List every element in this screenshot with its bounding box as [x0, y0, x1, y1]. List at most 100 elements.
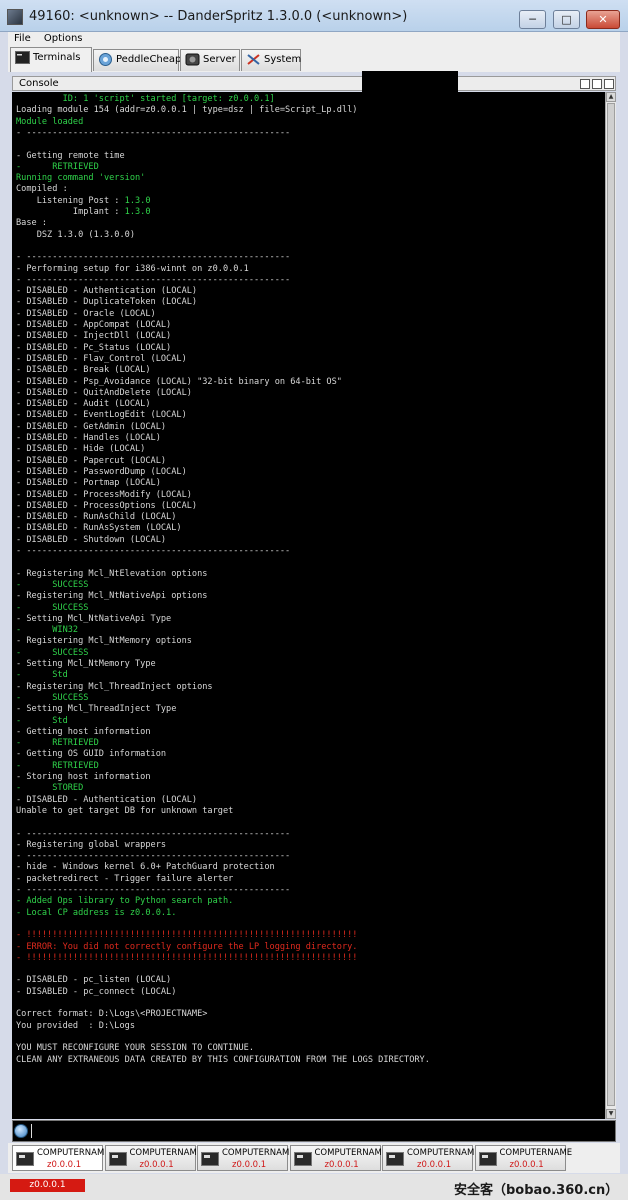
- console-line: - SUCCESS: [16, 602, 89, 613]
- console-header: Console: [12, 76, 616, 91]
- console-line: - SUCCESS: [16, 692, 89, 703]
- console-line: Implant : 1.3.0: [16, 207, 151, 217]
- console-line: - DISABLED - Pc_Status (LOCAL): [16, 342, 172, 353]
- console-line: - Registering Mcl_NtElevation options: [16, 568, 208, 579]
- console-line: - Registering Mcl_NtMemory options: [16, 636, 192, 647]
- console-line: - Registering Mcl_NtNativeApi options: [16, 591, 208, 602]
- terminal-icon: [16, 1152, 34, 1166]
- terminal-icon: [478, 1152, 497, 1166]
- console-line: - Std: [16, 715, 68, 726]
- console-line: - DISABLED - pc_listen (LOCAL): [16, 975, 172, 986]
- version-value: 1.3.0: [124, 195, 151, 206]
- session-address: z0.0.0.1: [232, 1160, 267, 1170]
- peddlecheap-icon: [99, 53, 112, 66]
- console-scrollbar[interactable]: ▲ ▼: [605, 92, 616, 1119]
- scroll-up-icon[interactable]: ▲: [606, 92, 616, 102]
- console-line: ID: 1 'script' started [target: z0.0.0.1…: [16, 94, 275, 104]
- console-line: - DISABLED - ProcessOptions (LOCAL): [16, 500, 198, 511]
- terminal-icon: [15, 51, 30, 64]
- console-close-icon[interactable]: [604, 79, 614, 89]
- session-name: COMPUTERNAME: [314, 1148, 388, 1158]
- console-line: - DISABLED - RunAsSystem (LOCAL): [16, 523, 182, 534]
- version-value: 1.3.0: [124, 207, 151, 217]
- console-line: - --------------------------------------…: [16, 274, 291, 285]
- session-address: z0.0.0.1: [139, 1160, 174, 1170]
- console-line: - Storing host information: [16, 772, 151, 782]
- text-caret: [31, 1124, 32, 1138]
- console-line: - Getting OS GUID information: [16, 749, 167, 760]
- console-line: - SUCCESS: [16, 579, 89, 590]
- console-line: - Setting Mcl_ThreadInject Type: [16, 704, 177, 715]
- window-title: 49160: <unknown> -- DanderSpritz 1.3.0.0…: [29, 9, 408, 24]
- server-icon: [185, 53, 200, 66]
- console-line: - DISABLED - Psp_Avoidance (LOCAL) "32-b…: [16, 376, 342, 387]
- console-minimize-icon[interactable]: [580, 79, 590, 89]
- console-line: - Getting remote time: [16, 150, 125, 161]
- menu-file[interactable]: File: [14, 33, 31, 44]
- session-tab[interactable]: COMPUTERNAME z0.0.0.1: [382, 1145, 480, 1171]
- console-line: - Setting Mcl_NtNativeApi Type: [16, 613, 172, 624]
- tab-label: Server: [203, 54, 236, 65]
- session-tab-bar: COMPUTERNAME z0.0.0.1 COMPUTERNAME z0.0.0.1…: [8, 1143, 620, 1173]
- session-tab[interactable]: COMPUTERNAME z0.0.0.1: [474, 1145, 572, 1171]
- console-output[interactable]: ID: 1 'script' started [target: z0.0.0.1…: [12, 92, 605, 1119]
- console-line: - DISABLED - Papercut (LOCAL): [16, 455, 167, 466]
- session-tab[interactable]: COMPUTERNAME z0.0.0.1: [104, 1145, 202, 1171]
- tab-system[interactable]: System: [241, 49, 301, 71]
- console-line: - Added Ops library to Python search pat…: [16, 896, 234, 907]
- console-line: - DISABLED - ProcessModify (LOCAL): [16, 489, 192, 500]
- title-bar: 49160: <unknown> -- DanderSpritz 1.3.0.0…: [0, 0, 628, 32]
- tab-terminals[interactable]: Terminals: [10, 47, 92, 72]
- menu-options[interactable]: Options: [44, 33, 83, 44]
- session-address: z0.0.0.1: [324, 1160, 359, 1170]
- console-line: - DISABLED - Oracle (LOCAL): [16, 308, 156, 319]
- minimize-button[interactable]: ─: [519, 10, 546, 29]
- tab-server[interactable]: Server: [180, 49, 240, 71]
- session-address: z0.0.0.1: [509, 1160, 544, 1170]
- console-line: DSZ 1.3.0 (1.3.0.0): [16, 229, 135, 240]
- console-line: - DISABLED - Handles (LOCAL): [16, 433, 161, 443]
- session-address: z0.0.0.1: [417, 1160, 452, 1170]
- console-line: - DISABLED - Break (LOCAL): [16, 365, 151, 376]
- tab-peddlecheap[interactable]: PeddleCheap: [93, 49, 182, 71]
- console-line: - !!!!!!!!!!!!!!!!!!!!!!!!!!!!!!!!!!!!!!…: [16, 930, 358, 941]
- console-line: Loading module 154 (addr=z0.0.0.1 | type…: [16, 105, 358, 116]
- console-line: - DISABLED - Shutdown (LOCAL): [16, 534, 167, 545]
- console-line: CLEAN ANY EXTRANEOUS DATA CREATED BY THI…: [16, 1054, 430, 1065]
- console-line: Module loaded: [16, 116, 84, 127]
- command-input[interactable]: [12, 1120, 616, 1142]
- close-button[interactable]: ✕: [586, 10, 620, 29]
- system-icon: [247, 54, 260, 65]
- session-tab[interactable]: COMPUTERNAME z0.0.0.1: [12, 1145, 110, 1171]
- tab-label: Terminals: [33, 52, 81, 63]
- session-tab[interactable]: COMPUTERNAME z0.0.0.1: [289, 1145, 387, 1171]
- scroll-down-icon[interactable]: ▼: [606, 1109, 616, 1119]
- scrollbar-thumb[interactable]: [607, 103, 615, 1106]
- console-line: Unable to get target DB for unknown targ…: [16, 805, 234, 816]
- console-line: - DISABLED - PasswordDump (LOCAL): [16, 466, 187, 477]
- console-line: - Registering Mcl_ThreadInject options: [16, 681, 213, 692]
- console-line: - DISABLED - Portmap (LOCAL): [16, 478, 161, 489]
- console-line: Listening Post : 1.3.0: [16, 195, 151, 206]
- console-line: You provided : D:\Logs: [16, 1020, 135, 1031]
- session-name: COMPUTERNAME: [222, 1148, 295, 1158]
- session-tab[interactable]: COMPUTERNAME z0.0.0.1: [197, 1145, 295, 1171]
- console-line: - DISABLED - DuplicateToken (LOCAL): [16, 297, 198, 308]
- console-line: - Setting Mcl_NtMemory Type: [16, 659, 156, 669]
- console-line: - --------------------------------------…: [16, 885, 291, 895]
- console-restore-icon[interactable]: [592, 79, 602, 89]
- console-line: - DISABLED - InjectDll (LOCAL): [16, 331, 172, 342]
- console-line: - DISABLED - Audit (LOCAL): [16, 399, 151, 410]
- session-address: z0.0.0.1: [47, 1160, 82, 1170]
- maximize-button[interactable]: □: [553, 10, 580, 29]
- app-icon: [7, 9, 23, 25]
- console-line: - Local CP address is z0.0.0.1.: [16, 907, 177, 918]
- console-line: - RETRIEVED: [16, 760, 99, 771]
- tab-label: PeddleCheap: [116, 54, 182, 65]
- terminal-icon: [386, 1152, 404, 1166]
- menu-bar: File Options: [8, 32, 620, 46]
- watermark: 安全客（bobao.360.cn）: [454, 1183, 619, 1198]
- console-line: - DISABLED - Authentication (LOCAL): [16, 794, 198, 805]
- console-line: - packetredirect - Trigger failure alert…: [16, 873, 234, 884]
- status-target-badge: z0.0.0.1: [10, 1179, 85, 1192]
